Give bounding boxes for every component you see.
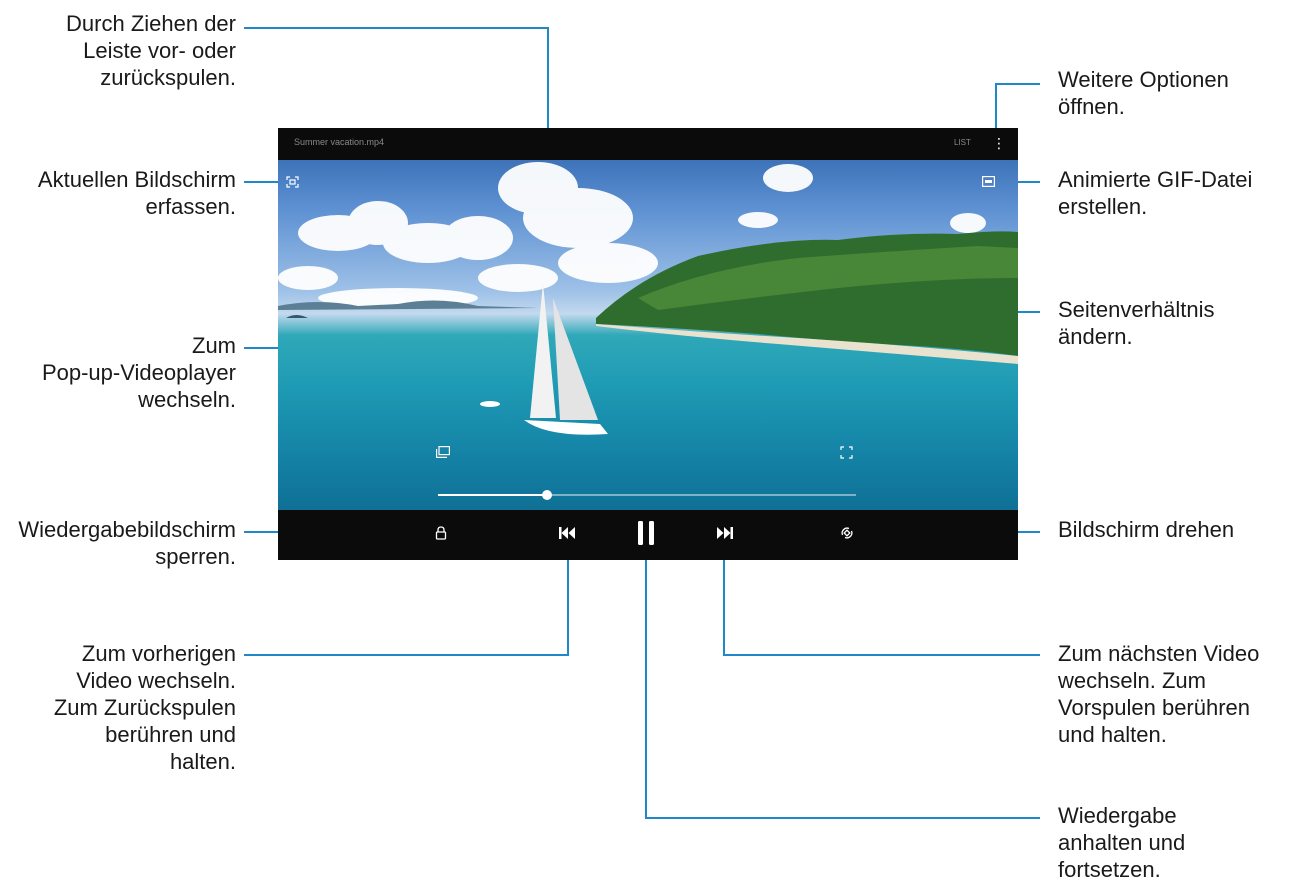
seek-bar[interactable] (438, 490, 856, 500)
gif-icon[interactable] (982, 176, 996, 190)
callout-popup: Zum Pop-up-Videoplayer wechseln. (41, 333, 236, 412)
video-top-bar: Summer vacation.mp4 LIST ⋮ (278, 128, 1018, 160)
lock-icon[interactable] (435, 526, 447, 545)
video-filename: Summer vacation.mp4 (294, 137, 385, 147)
popup-player-icon[interactable] (436, 446, 450, 461)
callout-previous: Zum vorherigen Video wechseln. Zum Zurüc… (53, 641, 236, 774)
seek-bar-progress (438, 494, 547, 496)
pause-icon[interactable] (636, 520, 656, 551)
leader-previous (244, 548, 569, 656)
skip-next-icon[interactable] (716, 526, 734, 545)
video-player-screen[interactable]: Summer vacation.mp4 LIST ⋮ (278, 128, 1018, 560)
callout-rotate: Bildschirm drehen (1058, 517, 1235, 542)
screenshot-icon[interactable] (286, 176, 299, 191)
callout-next: Zum nächsten Video wechseln. Zum Vorspul… (1058, 641, 1260, 747)
skip-previous-icon[interactable] (558, 526, 576, 545)
more-options-icon[interactable]: ⋮ (992, 136, 1006, 150)
callout-more-options: Weitere Optionen öffnen. (1058, 67, 1229, 119)
leader-pause (645, 548, 1040, 819)
seek-bar-handle[interactable] (541, 490, 552, 500)
callout-capture: Aktuellen Bildschirm erfassen. (37, 167, 236, 219)
aspect-ratio-icon[interactable] (840, 446, 853, 462)
callout-ratio: Seitenverhältnis ändern. (1058, 297, 1215, 349)
rotate-screen-icon[interactable] (840, 526, 854, 545)
video-control-bar (278, 510, 1018, 560)
list-button[interactable]: LIST (954, 138, 971, 147)
callout-lock: Wiedergabebildschirm sperren. (18, 517, 236, 569)
leader-next (723, 548, 1040, 656)
callout-pause: Wiedergabe anhalten und fortsetzen. (1058, 803, 1186, 882)
callout-gif: Animierte GIF-Datei erstellen. (1058, 167, 1253, 219)
callout-seek: Durch Ziehen der Leiste vor- oder zurück… (66, 11, 236, 90)
